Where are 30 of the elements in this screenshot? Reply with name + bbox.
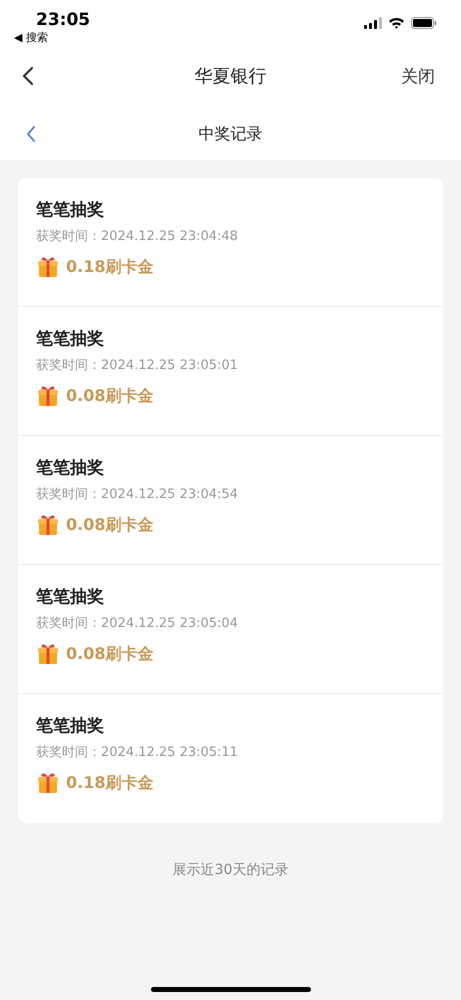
record-title: 笔笔抽奖 [36,586,104,608]
gift-icon [36,771,60,795]
page-title: 华夏银行 [194,65,266,88]
record-time: 获奖时间：2024.12.25 23:04:48 [36,228,238,245]
signal-icon [364,17,382,29]
page-subtitle: 中奖记录 [198,124,262,144]
gift-icon [36,642,60,666]
record-time: 获奖时间：2024.12.25 23:05:04 [36,615,238,632]
prize-amount: 0.08刷卡金 [66,386,154,406]
record-title: 笔笔抽奖 [36,715,104,737]
record-title: 笔笔抽奖 [36,199,104,221]
back-to-app-link[interactable]: ◀ 搜索 [14,30,90,45]
wifi-icon [388,17,405,29]
battery-icon [411,17,437,29]
record-title: 笔笔抽奖 [36,328,104,350]
prize-amount: 0.08刷卡金 [66,644,154,664]
gift-icon [36,513,60,537]
record-time: 获奖时间：2024.12.25 23:05:11 [36,744,238,761]
prize-amount: 0.18刷卡金 [66,256,154,278]
record-time: 获奖时间：2024.12.25 23:05:01 [36,357,238,374]
gift-icon [36,255,60,279]
status-time: 23:05 [36,10,90,30]
gift-icon [36,384,60,408]
back-icon[interactable] [22,66,34,86]
footer-note: 展示近30天的记录 [172,861,288,879]
record-title: 笔笔抽奖 [36,457,104,479]
record-time: 获奖时间：2024.12.25 23:04:54 [36,486,238,503]
prize-amount: 0.08刷卡金 [66,514,154,536]
close-button[interactable]: 关闭 [401,64,435,88]
prize-amount: 0.18刷卡金 [66,772,154,794]
